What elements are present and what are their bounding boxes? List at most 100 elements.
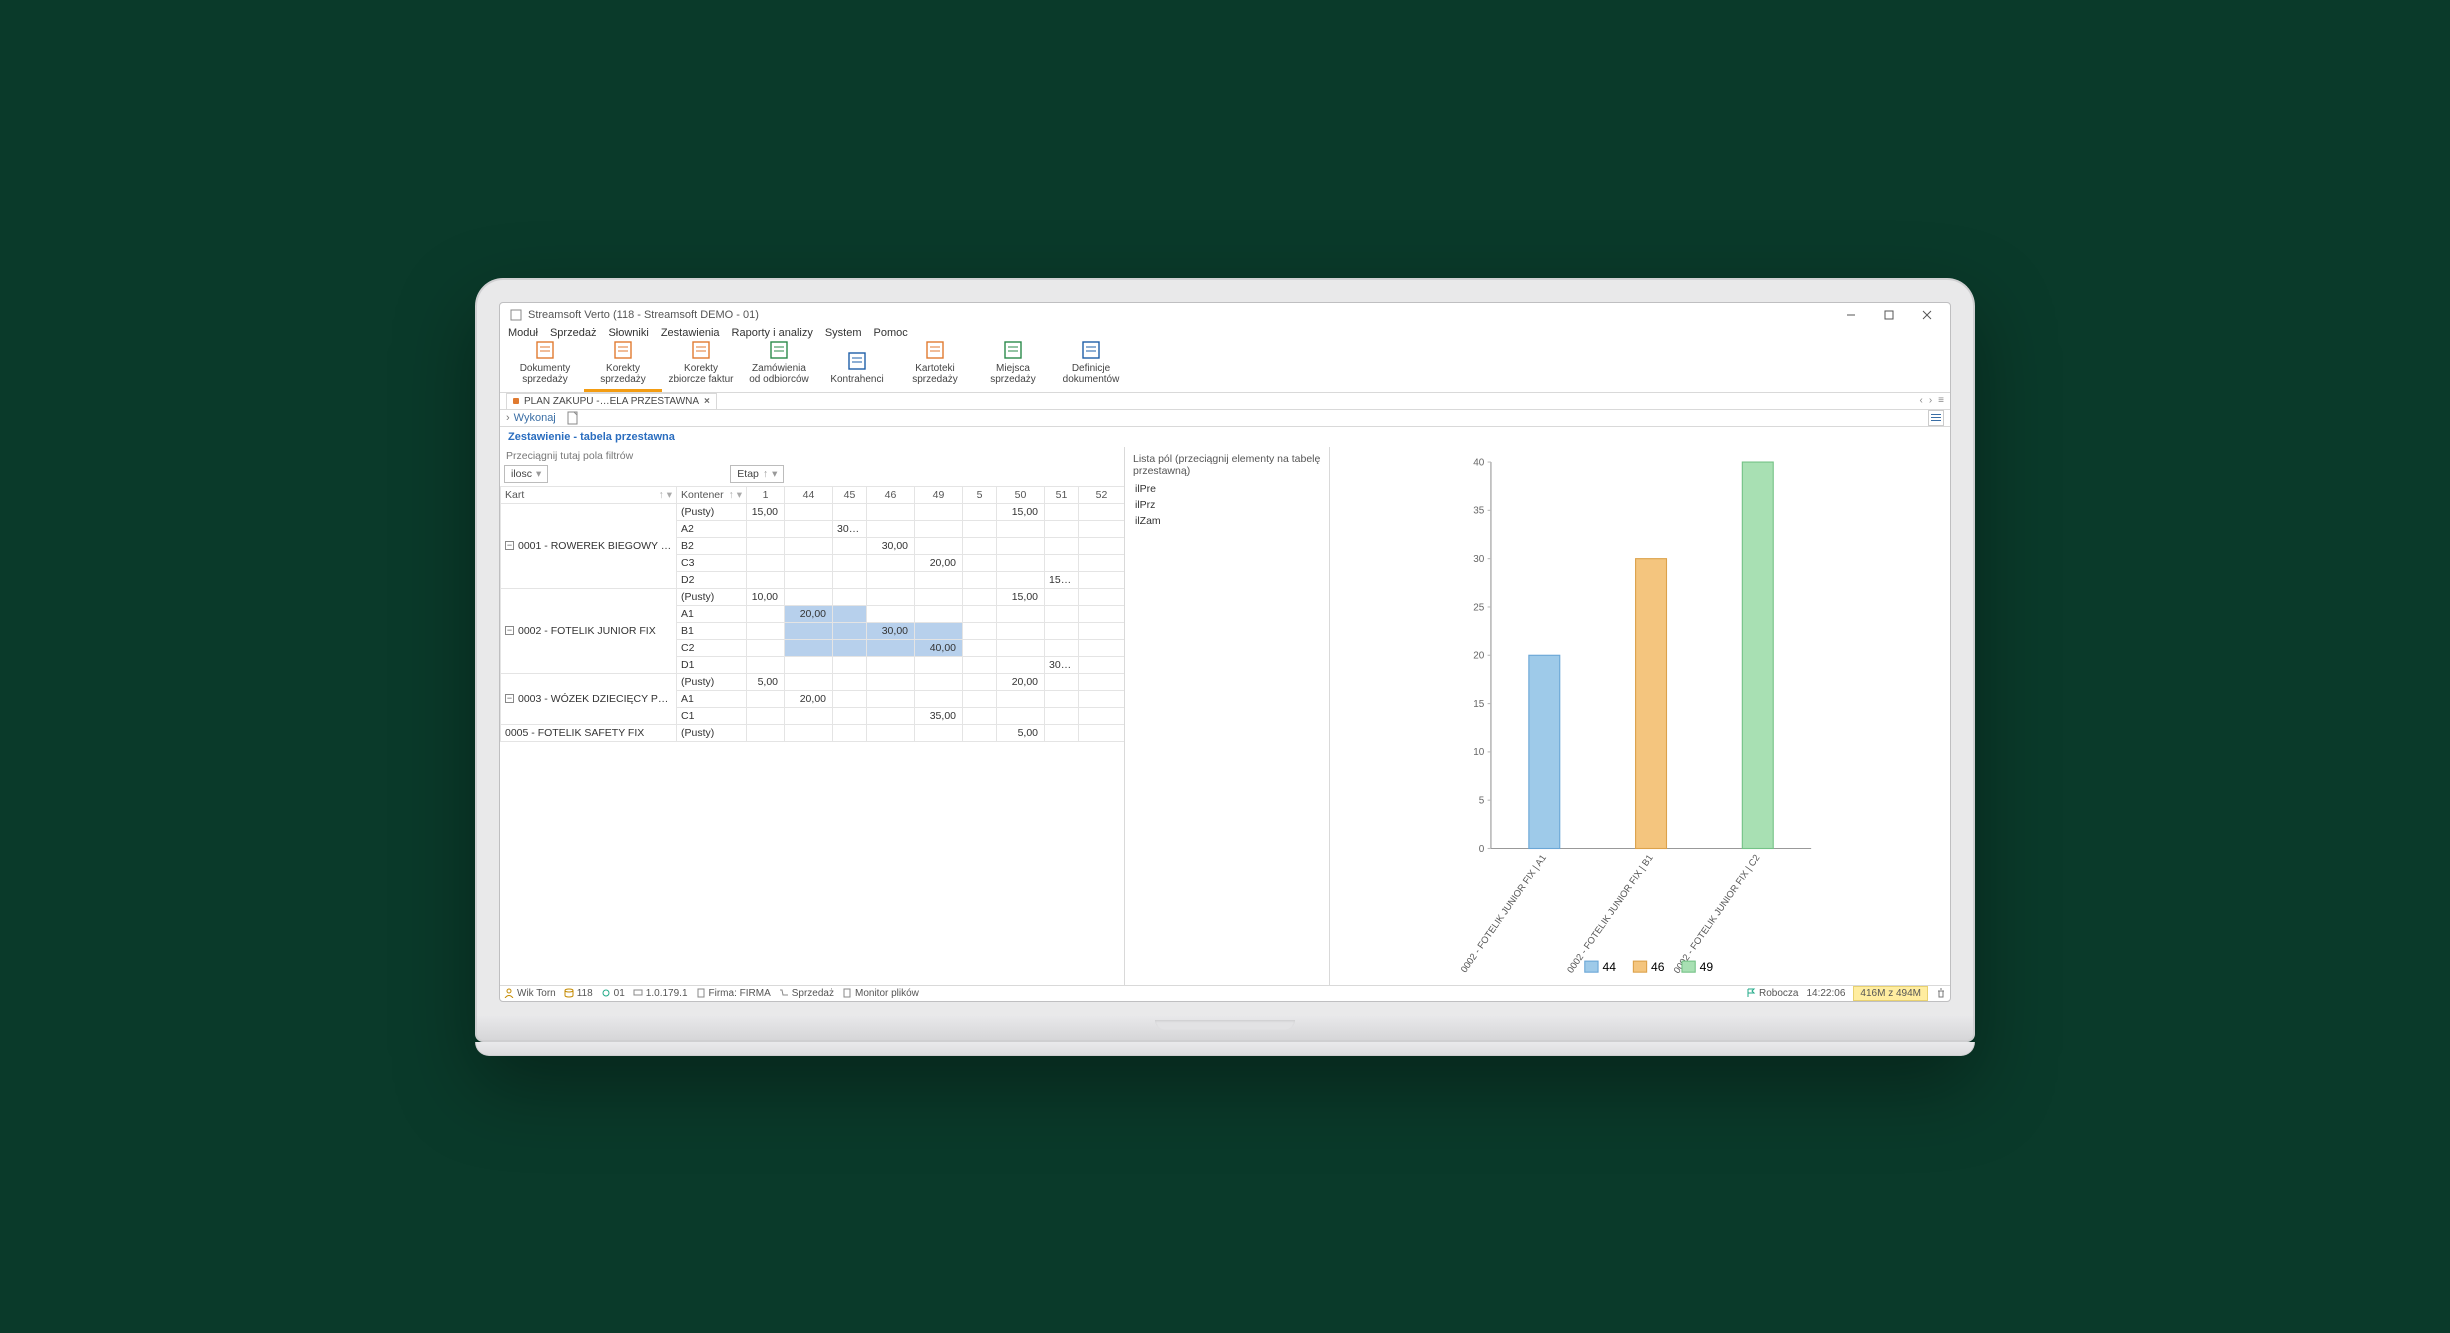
value-cell[interactable]: 30,00	[867, 622, 915, 639]
value-cell[interactable]	[867, 503, 915, 520]
value-cell[interactable]	[867, 690, 915, 707]
value-cell[interactable]	[915, 673, 963, 690]
menu-raporty i analizy[interactable]: Raporty i analizy	[732, 327, 813, 339]
value-cell[interactable]	[1079, 724, 1125, 741]
value-cell[interactable]	[785, 520, 833, 537]
value-cell[interactable]	[867, 639, 915, 656]
value-cell[interactable]	[915, 724, 963, 741]
minimize-button[interactable]	[1832, 303, 1870, 327]
value-cell[interactable]	[963, 588, 997, 605]
value-cell[interactable]	[1079, 554, 1125, 571]
value-cell[interactable]	[1079, 588, 1125, 605]
col-kontener[interactable]: Kontener ↑ ▾	[677, 486, 747, 503]
value-cell[interactable]	[867, 605, 915, 622]
value-cell[interactable]	[915, 605, 963, 622]
value-cell[interactable]	[833, 639, 867, 656]
pill-ilosc[interactable]: ilosc ▾	[504, 465, 548, 483]
col-etap-49[interactable]: 49	[915, 486, 963, 503]
value-cell[interactable]	[833, 622, 867, 639]
value-cell[interactable]	[867, 656, 915, 673]
value-cell[interactable]	[997, 707, 1045, 724]
col-etap-45[interactable]: 45	[833, 486, 867, 503]
value-cell[interactable]	[963, 537, 997, 554]
value-cell[interactable]	[867, 673, 915, 690]
tab-close-icon[interactable]: ×	[704, 396, 710, 407]
field-ilprz[interactable]: ilPrz	[1131, 497, 1323, 513]
value-cell[interactable]: 20,00	[785, 690, 833, 707]
value-cell[interactable]	[963, 673, 997, 690]
value-cell[interactable]	[1045, 503, 1079, 520]
value-cell[interactable]	[997, 554, 1045, 571]
expand-icon[interactable]: −	[505, 694, 514, 703]
value-cell[interactable]	[915, 520, 963, 537]
value-cell[interactable]	[963, 656, 997, 673]
col-etap-5[interactable]: 5	[963, 486, 997, 503]
value-cell[interactable]	[833, 690, 867, 707]
value-cell[interactable]	[963, 690, 997, 707]
value-cell[interactable]	[963, 724, 997, 741]
value-cell[interactable]	[867, 571, 915, 588]
value-cell[interactable]	[833, 503, 867, 520]
value-cell[interactable]	[867, 520, 915, 537]
value-cell[interactable]	[747, 724, 785, 741]
value-cell[interactable]	[1079, 707, 1125, 724]
value-cell[interactable]	[1079, 690, 1125, 707]
value-cell[interactable]	[833, 656, 867, 673]
value-cell[interactable]	[915, 622, 963, 639]
ribbon-zamówienia-od-odbiorców[interactable]: Zamówieniaod odbiorców	[740, 339, 818, 392]
value-cell[interactable]	[997, 537, 1045, 554]
value-cell[interactable]	[785, 554, 833, 571]
value-cell[interactable]	[915, 656, 963, 673]
document-icon[interactable]	[566, 411, 580, 425]
value-cell[interactable]	[1079, 622, 1125, 639]
tabstrip-menu[interactable]: ≡	[1938, 395, 1944, 406]
maximize-button[interactable]	[1870, 303, 1908, 327]
value-cell[interactable]	[997, 639, 1045, 656]
value-cell[interactable]	[833, 707, 867, 724]
value-cell[interactable]	[785, 673, 833, 690]
value-cell[interactable]	[1045, 724, 1079, 741]
value-cell[interactable]	[1045, 537, 1079, 554]
value-cell[interactable]	[963, 622, 997, 639]
value-cell[interactable]: 20,00	[997, 673, 1045, 690]
ribbon-definicje-dokumentów[interactable]: Definicjedokumentów	[1052, 339, 1130, 392]
value-cell[interactable]	[785, 588, 833, 605]
value-cell[interactable]	[867, 554, 915, 571]
value-cell[interactable]	[997, 520, 1045, 537]
value-cell[interactable]	[833, 588, 867, 605]
value-cell[interactable]	[833, 554, 867, 571]
ribbon-kontrahenci[interactable]: Kontrahenci	[818, 350, 896, 392]
ribbon-korekty-zbiorcze-faktur[interactable]: Korektyzbiorcze faktur	[662, 339, 740, 392]
ribbon-kartoteki-sprzedaży[interactable]: Kartotekisprzedaży	[896, 339, 974, 392]
value-cell[interactable]	[747, 605, 785, 622]
value-cell[interactable]	[833, 605, 867, 622]
col-etap-46[interactable]: 46	[867, 486, 915, 503]
value-cell[interactable]: 20,00	[785, 605, 833, 622]
value-cell[interactable]: 30,00	[867, 537, 915, 554]
value-cell[interactable]	[1045, 605, 1079, 622]
ribbon-dokumenty-sprzedaży[interactable]: Dokumentysprzedaży	[506, 339, 584, 392]
value-cell[interactable]	[785, 622, 833, 639]
value-cell[interactable]	[915, 571, 963, 588]
value-cell[interactable]	[1079, 656, 1125, 673]
value-cell[interactable]: 15,00	[1045, 571, 1079, 588]
value-cell[interactable]	[963, 520, 997, 537]
value-cell[interactable]	[833, 724, 867, 741]
value-cell[interactable]: 35,00	[915, 707, 963, 724]
value-cell[interactable]	[1079, 639, 1125, 656]
menu-zestawienia[interactable]: Zestawienia	[661, 327, 720, 339]
field-ilzam[interactable]: ilZam	[1131, 513, 1323, 529]
value-cell[interactable]	[963, 639, 997, 656]
value-cell[interactable]: 15,00	[747, 503, 785, 520]
value-cell[interactable]	[833, 571, 867, 588]
value-cell[interactable]	[785, 537, 833, 554]
value-cell[interactable]	[963, 605, 997, 622]
value-cell[interactable]	[785, 571, 833, 588]
value-cell[interactable]	[867, 588, 915, 605]
panel-toggle-button[interactable]	[1928, 410, 1944, 426]
value-cell[interactable]	[997, 571, 1045, 588]
table-row[interactable]: −0001 - ROWEREK BIEGOWY RUNNER(Pusty)15,…	[501, 503, 1125, 520]
value-cell[interactable]	[1045, 673, 1079, 690]
value-cell[interactable]	[833, 537, 867, 554]
tab-plan-zakupu[interactable]: PLAN ZAKUPU -…ELA PRZESTAWNA ×	[506, 393, 717, 409]
